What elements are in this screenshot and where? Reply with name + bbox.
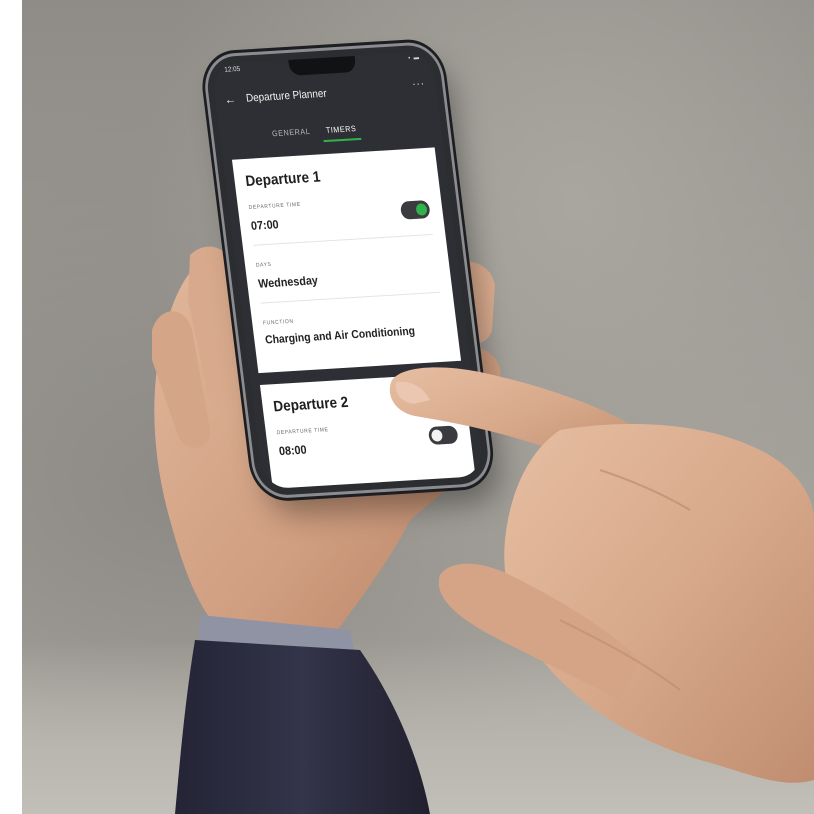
photo-scene: 12:05 ▪ ▬ ← Departure Planner ··· GENERA… bbox=[0, 0, 814, 814]
right-hand-illustration bbox=[389, 367, 814, 783]
